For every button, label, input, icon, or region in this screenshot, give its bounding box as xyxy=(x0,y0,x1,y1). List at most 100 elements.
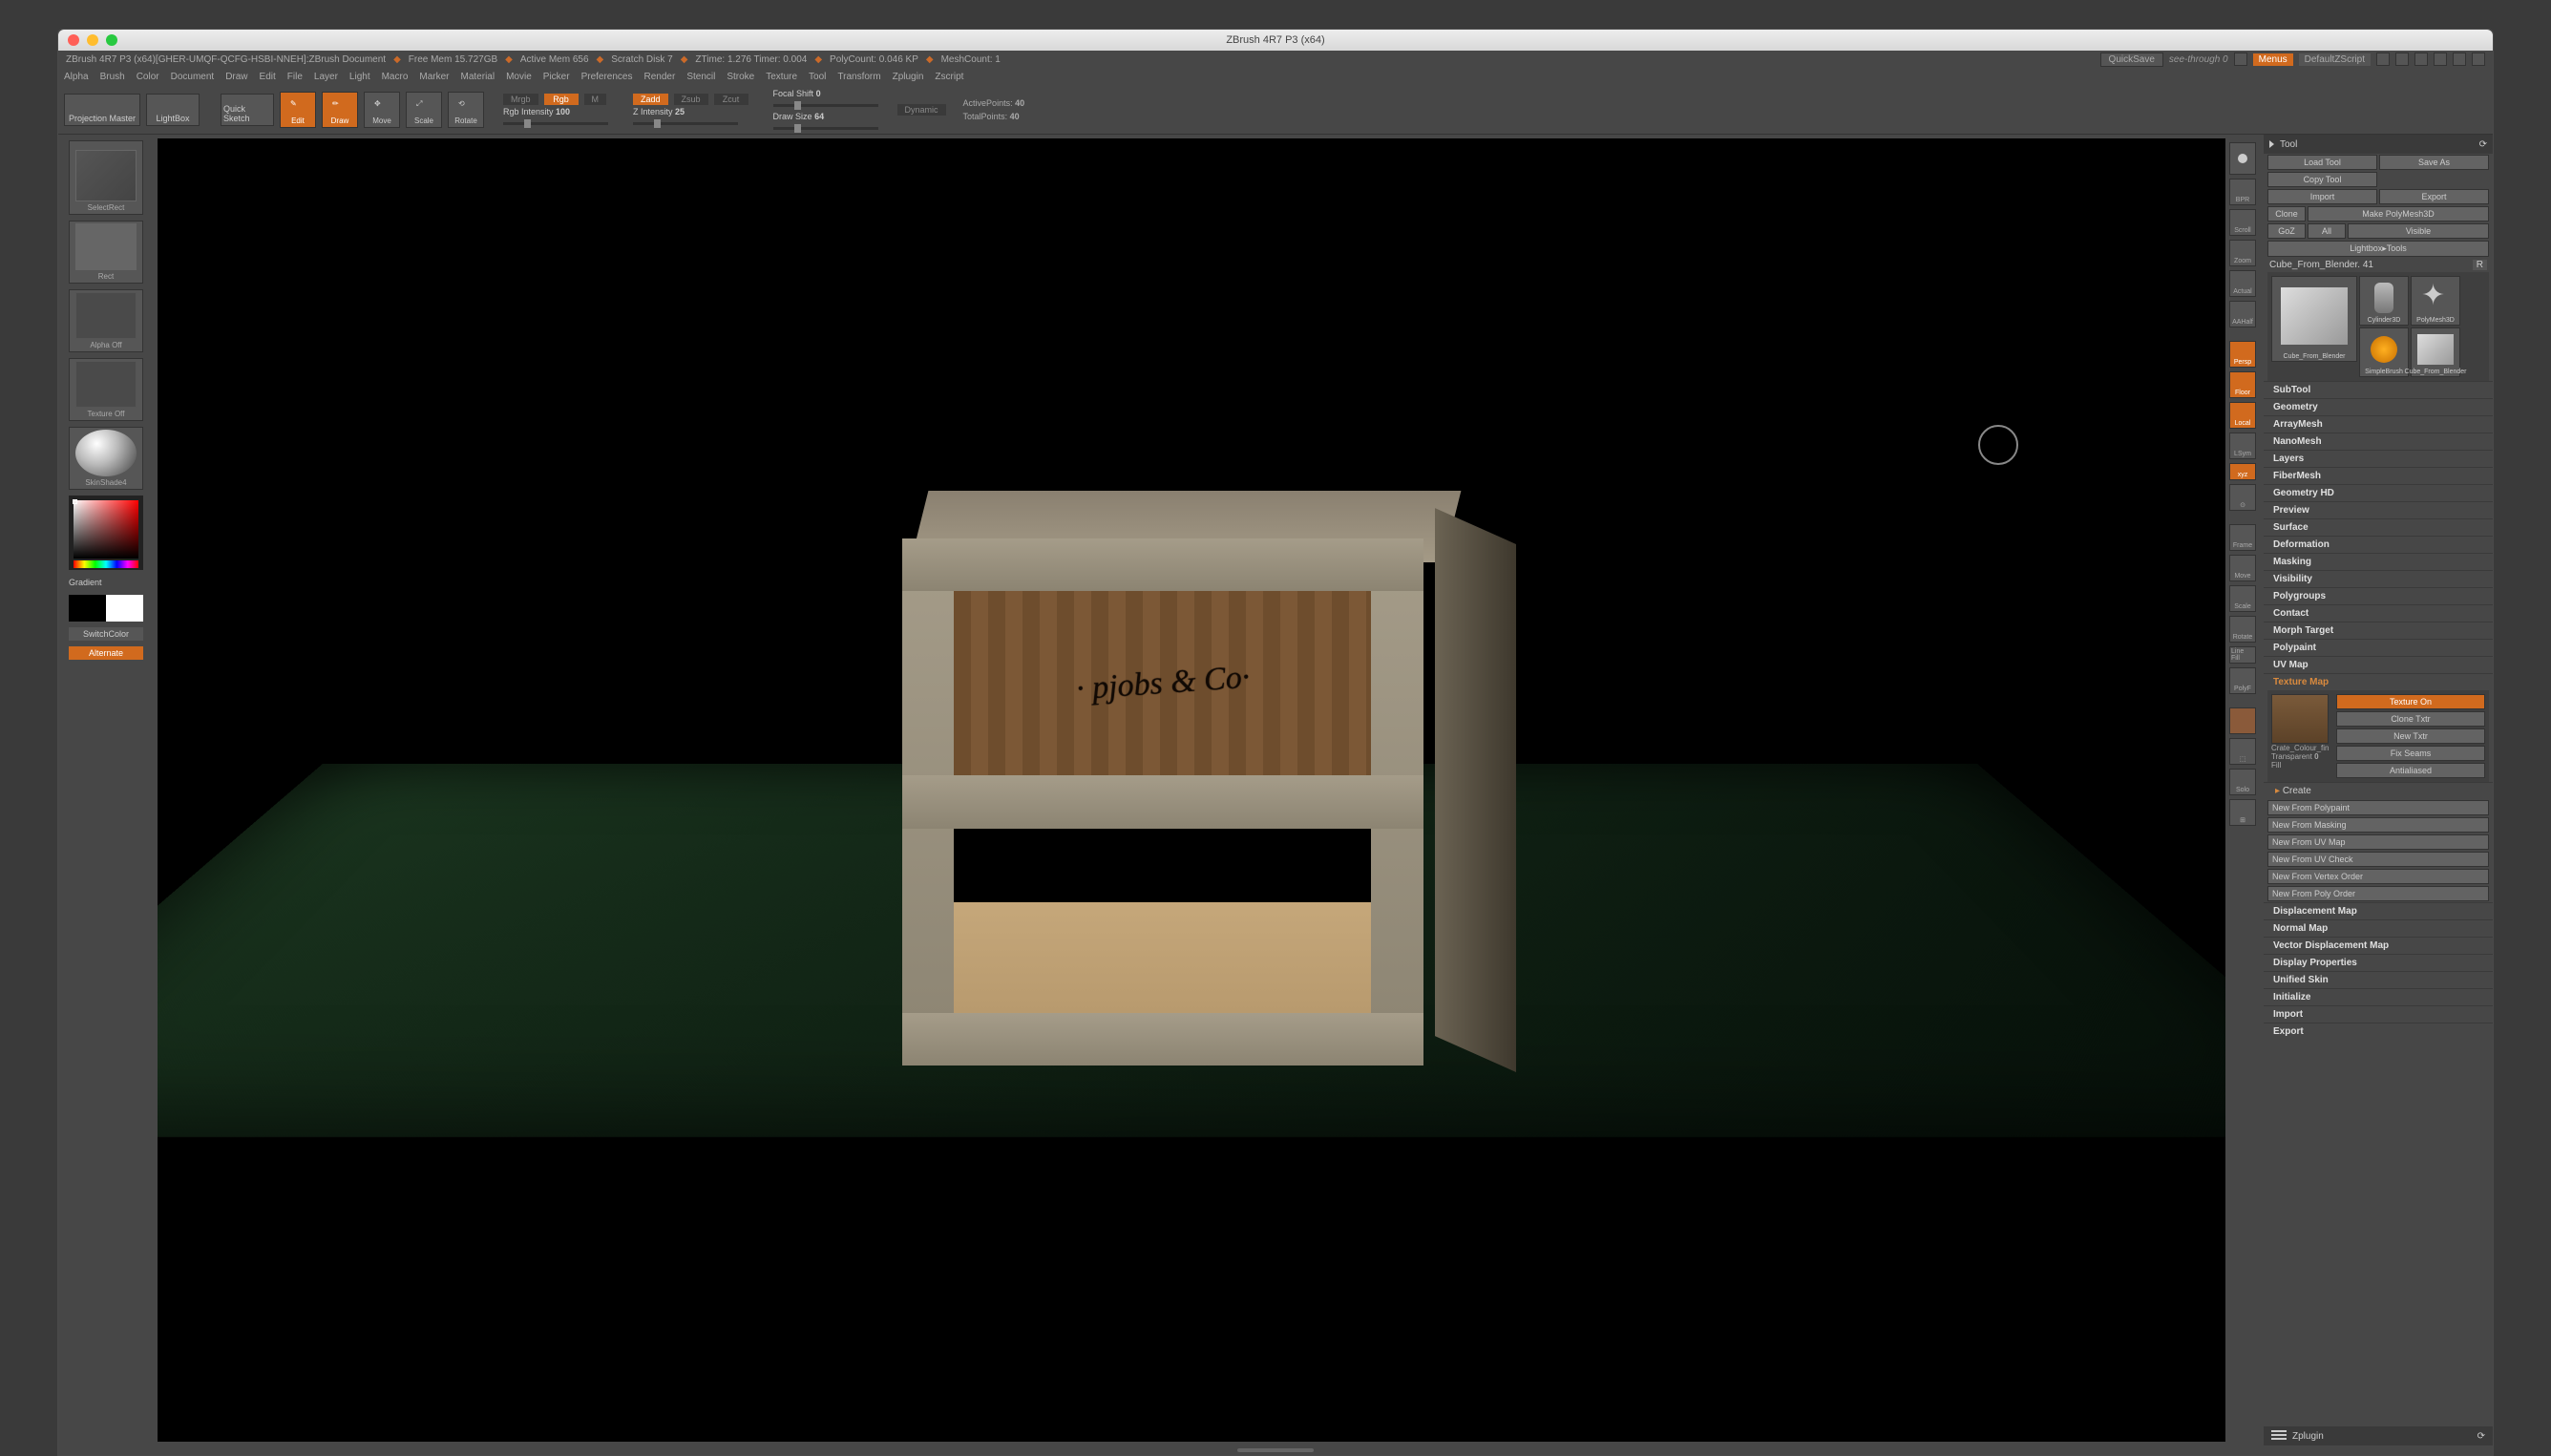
section-create[interactable]: ▸ Create xyxy=(2264,782,2493,799)
section-polygroups[interactable]: Polygroups xyxy=(2264,587,2493,604)
default-zscript-button[interactable]: DefaultZScript xyxy=(2299,53,2371,66)
section-uv-map[interactable]: UV Map xyxy=(2264,656,2493,673)
new-from-vertex-order-button[interactable]: New From Vertex Order xyxy=(2267,869,2489,884)
nav-move-button[interactable]: Move xyxy=(2229,555,2256,581)
new-from-masking-button[interactable]: New From Masking xyxy=(2267,817,2489,833)
export-button[interactable]: Export xyxy=(2379,189,2489,204)
new-from-poly-order-button[interactable]: New From Poly Order xyxy=(2267,886,2489,901)
menu-document[interactable]: Document xyxy=(171,72,215,82)
frame-button[interactable]: Frame xyxy=(2229,524,2256,551)
brush-selector[interactable]: SelectRect xyxy=(69,140,143,215)
new-from-uv-map-button[interactable]: New From UV Map xyxy=(2267,834,2489,850)
section-deformation[interactable]: Deformation xyxy=(2264,536,2493,553)
texture-on-toggle[interactable]: Texture On xyxy=(2336,694,2485,709)
goz-button[interactable]: GoZ xyxy=(2267,223,2306,239)
menu-texture[interactable]: Texture xyxy=(766,72,797,82)
goz-all-button[interactable]: All xyxy=(2308,223,2346,239)
ui-layout-icon[interactable] xyxy=(2453,53,2466,66)
texture-selector[interactable]: Texture Off xyxy=(69,358,143,421)
menu-light[interactable]: Light xyxy=(349,72,370,82)
color-hue-strip[interactable] xyxy=(74,560,138,568)
polyf-button[interactable]: PolyF xyxy=(2229,667,2256,694)
persp-toggle[interactable]: Persp xyxy=(2229,341,2256,368)
menu-color[interactable]: Color xyxy=(137,72,159,82)
menu-marker[interactable]: Marker xyxy=(419,72,449,82)
section-arraymesh[interactable]: ArrayMesh xyxy=(2264,415,2493,433)
texture-thumbnail[interactable] xyxy=(2271,694,2329,744)
center-button[interactable]: ⊙ xyxy=(2229,484,2256,511)
xpose-button[interactable]: ⊞ xyxy=(2229,799,2256,826)
menu-picker[interactable]: Picker xyxy=(543,72,570,82)
menu-render[interactable]: Render xyxy=(644,72,676,82)
menu-stencil[interactable]: Stencil xyxy=(686,72,715,82)
tool-thumb-polymesh[interactable]: PolyMesh3D xyxy=(2411,276,2460,326)
focal-shift-slider[interactable] xyxy=(773,104,878,107)
mrgb-toggle[interactable]: Mrgb xyxy=(503,94,538,105)
menus-toggle[interactable]: Menus xyxy=(2253,53,2293,66)
section-nanomesh[interactable]: NanoMesh xyxy=(2264,433,2493,450)
section-displacement-map[interactable]: Displacement Map xyxy=(2264,902,2493,919)
switch-color-button[interactable]: SwitchColor xyxy=(69,627,143,641)
menu-alpha[interactable]: Alpha xyxy=(64,72,89,82)
bottom-grip[interactable] xyxy=(58,1445,2493,1455)
section-geometry-hd[interactable]: Geometry HD xyxy=(2264,484,2493,501)
zoom-button[interactable]: Zoom xyxy=(2229,240,2256,266)
nav-rotate-button[interactable]: Rotate xyxy=(2229,616,2256,643)
section-vector-displacement[interactable]: Vector Displacement Map xyxy=(2264,937,2493,954)
dynamic-toggle[interactable]: Dynamic xyxy=(897,104,946,116)
menu-transform[interactable]: Transform xyxy=(837,72,880,82)
section-texture-map[interactable]: Texture Map xyxy=(2264,673,2493,690)
section-preview[interactable]: Preview xyxy=(2264,501,2493,518)
move-mode-button[interactable]: ✥Move xyxy=(364,92,400,128)
new-txtr-button[interactable]: New Txtr xyxy=(2336,728,2485,744)
make-polymesh-button[interactable]: Make PolyMesh3D xyxy=(2308,206,2489,222)
section-unified-skin[interactable]: Unified Skin xyxy=(2264,971,2493,988)
see-through-slider[interactable]: see-through 0 xyxy=(2169,54,2228,65)
mini-preview-icon[interactable] xyxy=(2234,53,2247,66)
menu-zscript[interactable]: Zscript xyxy=(935,72,963,82)
menu-tool[interactable]: Tool xyxy=(809,72,826,82)
color-picker[interactable] xyxy=(69,496,143,570)
clone-button[interactable]: Clone xyxy=(2267,206,2306,222)
section-geometry[interactable]: Geometry xyxy=(2264,398,2493,415)
tool-palette-header[interactable]: Tool ⟳ xyxy=(2264,135,2493,154)
rotate-mode-button[interactable]: ⟲Rotate xyxy=(448,92,484,128)
ui-layout-icon[interactable] xyxy=(2395,53,2409,66)
ui-layout-icon[interactable] xyxy=(2376,53,2390,66)
dock-icon[interactable]: ⟳ xyxy=(2477,1431,2485,1442)
tool-thumb-cube2[interactable]: Cube_From_Blender xyxy=(2411,327,2460,377)
actual-button[interactable]: Actual xyxy=(2229,270,2256,297)
menu-zplugin[interactable]: Zplugin xyxy=(893,72,924,82)
menu-file[interactable]: File xyxy=(287,72,303,82)
draw-size-slider[interactable] xyxy=(773,127,878,130)
transp-button[interactable]: ⬚ xyxy=(2229,738,2256,765)
nav-scale-button[interactable]: Scale xyxy=(2229,585,2256,612)
m-toggle[interactable]: M xyxy=(584,94,607,105)
section-masking[interactable]: Masking xyxy=(2264,553,2493,570)
local-toggle[interactable]: Local xyxy=(2229,402,2256,429)
alpha-selector[interactable]: Alpha Off xyxy=(69,289,143,352)
secondary-color-swatch[interactable] xyxy=(106,595,143,622)
section-export[interactable]: Export xyxy=(2264,1023,2493,1040)
tool-thumb-simplebrush[interactable]: SimpleBrush xyxy=(2359,327,2409,377)
zadd-toggle[interactable]: Zadd xyxy=(633,94,668,105)
menu-macro[interactable]: Macro xyxy=(382,72,409,82)
lightbox-button[interactable]: LightBox xyxy=(146,94,200,126)
ui-layout-icon[interactable] xyxy=(2434,53,2447,66)
store-config-icon[interactable] xyxy=(2472,53,2485,66)
main-color-swatch[interactable] xyxy=(69,595,106,622)
menu-preferences[interactable]: Preferences xyxy=(581,72,633,82)
tool-thumb-cylinder[interactable]: Cylinder3D xyxy=(2359,276,2409,326)
menu-layer[interactable]: Layer xyxy=(314,72,338,82)
section-subtool[interactable]: SubTool xyxy=(2264,381,2493,398)
gradient-label[interactable]: Gradient xyxy=(69,576,143,589)
section-polypaint[interactable]: Polypaint xyxy=(2264,639,2493,656)
alternate-button[interactable]: Alternate xyxy=(69,646,143,660)
goz-visible-button[interactable]: Visible xyxy=(2348,223,2489,239)
menu-brush[interactable]: Brush xyxy=(100,72,125,82)
section-import[interactable]: Import xyxy=(2264,1005,2493,1023)
scroll-button[interactable]: Scroll xyxy=(2229,209,2256,236)
zcut-toggle[interactable]: Zcut xyxy=(714,94,748,105)
menu-edit[interactable]: Edit xyxy=(260,72,276,82)
quicksketch-button[interactable]: Quick Sketch xyxy=(221,94,274,126)
